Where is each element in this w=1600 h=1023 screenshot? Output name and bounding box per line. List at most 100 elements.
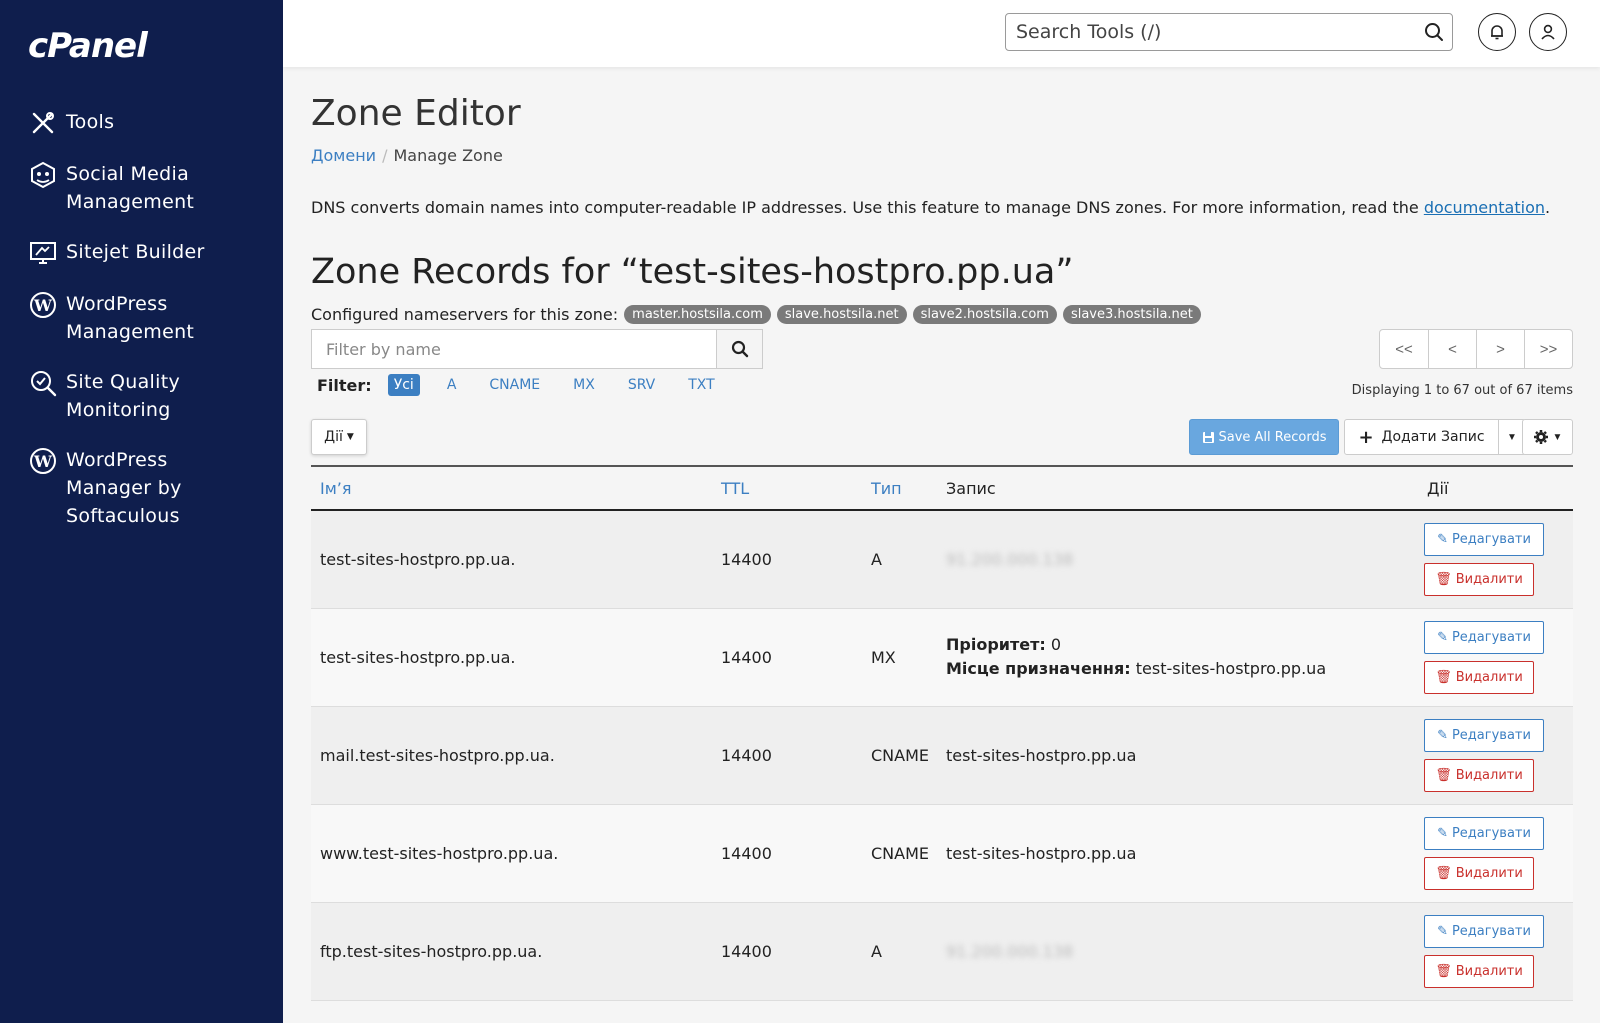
next-page-button[interactable]: > <box>1476 330 1524 368</box>
pencil-icon: ✎ <box>1437 531 1448 547</box>
last-page-button[interactable]: >> <box>1524 330 1572 368</box>
filter-option-srv[interactable]: SRV <box>622 374 661 396</box>
zone-records-title: Zone Records for “test-sites-hostpro.pp.… <box>311 252 1074 292</box>
record-ttl: 14400 <box>712 804 862 903</box>
top-bar <box>283 0 1600 67</box>
site-quality-icon <box>28 368 58 398</box>
trash-icon: 🗑 <box>1435 865 1452 881</box>
table-row: test-sites-hostpro.pp.ua. 14400 MX Пріор… <box>311 608 1573 707</box>
documentation-link[interactable]: documentation <box>1424 198 1545 217</box>
breadcrumb-domains-link[interactable]: Домени <box>311 146 376 165</box>
nameserver-badge: slave3.hostsila.net <box>1062 305 1201 324</box>
sidebar-item-label: Social Media Management <box>66 163 195 213</box>
description-text: DNS converts domain names into computer-… <box>311 198 1424 217</box>
nameservers-row: Configured nameservers for this zone: ma… <box>311 305 1201 324</box>
filter-option-mx[interactable]: MX <box>567 374 601 396</box>
sidebar-item-wordpress-management[interactable]: W WordPress Management <box>0 286 283 350</box>
breadcrumb-current: Manage Zone <box>393 146 503 165</box>
nameserver-badge: slave.hostsila.net <box>776 305 907 324</box>
trash-icon: 🗑 <box>1435 767 1452 783</box>
wordpress-icon: W <box>28 446 58 476</box>
caret-down-icon: ▼ <box>346 432 354 442</box>
filter-option-all[interactable]: Усі <box>387 374 420 396</box>
trash-icon: 🗑 <box>1435 571 1452 587</box>
sidebar-item-sitejet[interactable]: Sitejet Builder <box>0 234 283 272</box>
edit-record-button[interactable]: ✎ Редагувати <box>1424 620 1544 654</box>
record-value: 91.200.000.138 <box>937 902 1415 1001</box>
filter-by-name-input[interactable] <box>312 330 716 368</box>
table-row: ftp.test-sites-hostpro.pp.ua. 14400 A 91… <box>311 902 1573 1001</box>
table-row: mail.test-sites-hostpro.pp.ua. 14400 CNA… <box>311 706 1573 805</box>
zone-records-table: Ім’я TTL Тип Запис Дії test-sites-hostpr… <box>311 465 1573 1001</box>
description-end: . <box>1545 198 1551 217</box>
sidebar-item-label: Sitejet Builder <box>66 241 205 263</box>
edit-record-button[interactable]: ✎ Редагувати <box>1424 522 1544 556</box>
page-description: DNS converts domain names into computer-… <box>311 198 1550 217</box>
row-actions: ✎ Редагувати 🗑 Видалити <box>1415 804 1573 903</box>
filter-option-cname[interactable]: CNAME <box>483 374 546 396</box>
trash-icon: 🗑 <box>1435 669 1452 685</box>
sitejet-icon <box>28 238 58 268</box>
sidebar-item-social-media[interactable]: Social Media Management <box>0 156 283 220</box>
trash-icon: 🗑 <box>1435 963 1452 979</box>
page-title: Zone Editor <box>311 93 521 134</box>
user-icon <box>1541 24 1555 40</box>
table-row: www.test-sites-hostpro.pp.ua. 14400 CNAM… <box>311 804 1573 903</box>
search-icon <box>731 340 748 358</box>
edit-label: Редагувати <box>1451 629 1531 645</box>
filter-search-button[interactable] <box>716 330 762 368</box>
delete-record-button[interactable]: 🗑 Видалити <box>1424 954 1534 988</box>
edit-label: Редагувати <box>1451 531 1531 547</box>
sidebar-item-label: Tools <box>66 111 115 133</box>
bulk-actions-dropdown[interactable]: Дії ▼ <box>311 419 367 455</box>
delete-label: Видалити <box>1455 865 1523 881</box>
prev-page-button[interactable]: < <box>1428 330 1476 368</box>
sidebar-nav: Tools Social Media Management Sitejet Bu… <box>0 104 283 548</box>
search-icon[interactable] <box>1424 22 1444 47</box>
sidebar-item-tools[interactable]: Tools <box>0 104 283 142</box>
save-all-records-button[interactable]: Save All Records <box>1189 419 1339 455</box>
cpanel-logo[interactable]: cPanel <box>28 26 148 66</box>
record-value-blurred: 91.200.000.138 <box>946 549 1074 569</box>
edit-record-button[interactable]: ✎ Редагувати <box>1424 816 1544 850</box>
record-ttl: 14400 <box>712 608 862 707</box>
priority-label: Пріоритет: <box>946 635 1046 654</box>
edit-record-button[interactable]: ✎ Редагувати <box>1424 718 1544 752</box>
delete-record-button[interactable]: 🗑 Видалити <box>1424 856 1534 890</box>
edit-record-button[interactable]: ✎ Редагувати <box>1424 914 1544 948</box>
social-media-icon <box>28 160 58 190</box>
filter-label: Filter: <box>317 375 372 395</box>
delete-record-button[interactable]: 🗑 Видалити <box>1424 660 1534 694</box>
search-tools-input[interactable] <box>1006 14 1406 50</box>
column-header-type[interactable]: Тип <box>862 465 937 511</box>
column-header-ttl[interactable]: TTL <box>712 465 862 511</box>
edit-label: Редагувати <box>1451 727 1531 743</box>
delete-label: Видалити <box>1455 571 1523 587</box>
record-ttl: 14400 <box>712 510 862 609</box>
settings-dropdown[interactable]: ▼ <box>1522 419 1573 455</box>
filter-option-txt[interactable]: TXT <box>682 374 720 396</box>
record-name: ftp.test-sites-hostpro.pp.ua. <box>311 902 712 1001</box>
save-all-label: Save All Records <box>1218 429 1327 445</box>
record-value: test-sites-hostpro.pp.ua <box>937 804 1415 903</box>
tools-icon <box>28 108 58 138</box>
filter-option-a[interactable]: A <box>441 374 463 396</box>
add-record-button[interactable]: + Додати Запис <box>1344 419 1499 455</box>
destination-label: Місце призначення: <box>946 659 1131 678</box>
notifications-button[interactable] <box>1478 13 1516 51</box>
delete-label: Видалити <box>1455 767 1523 783</box>
breadcrumb-separator: / <box>382 146 388 165</box>
record-type: A <box>862 510 937 609</box>
record-name: test-sites-hostpro.pp.ua. <box>311 510 712 609</box>
record-value: 91.200.000.138 <box>937 510 1415 609</box>
sidebar-item-wordpress-softaculous[interactable]: W WordPress Manager by Softaculous <box>0 442 283 534</box>
sidebar-item-site-quality[interactable]: Site Quality Monitoring <box>0 364 283 428</box>
user-account-button[interactable] <box>1529 13 1567 51</box>
delete-record-button[interactable]: 🗑 Видалити <box>1424 758 1534 792</box>
first-page-button[interactable]: << <box>1380 330 1428 368</box>
caret-down-icon: ▼ <box>1507 431 1517 443</box>
delete-record-button[interactable]: 🗑 Видалити <box>1424 562 1534 596</box>
column-header-name[interactable]: Ім’я <box>311 465 712 511</box>
column-header-actions: Дії <box>1415 465 1573 511</box>
record-name: test-sites-hostpro.pp.ua. <box>311 608 712 707</box>
